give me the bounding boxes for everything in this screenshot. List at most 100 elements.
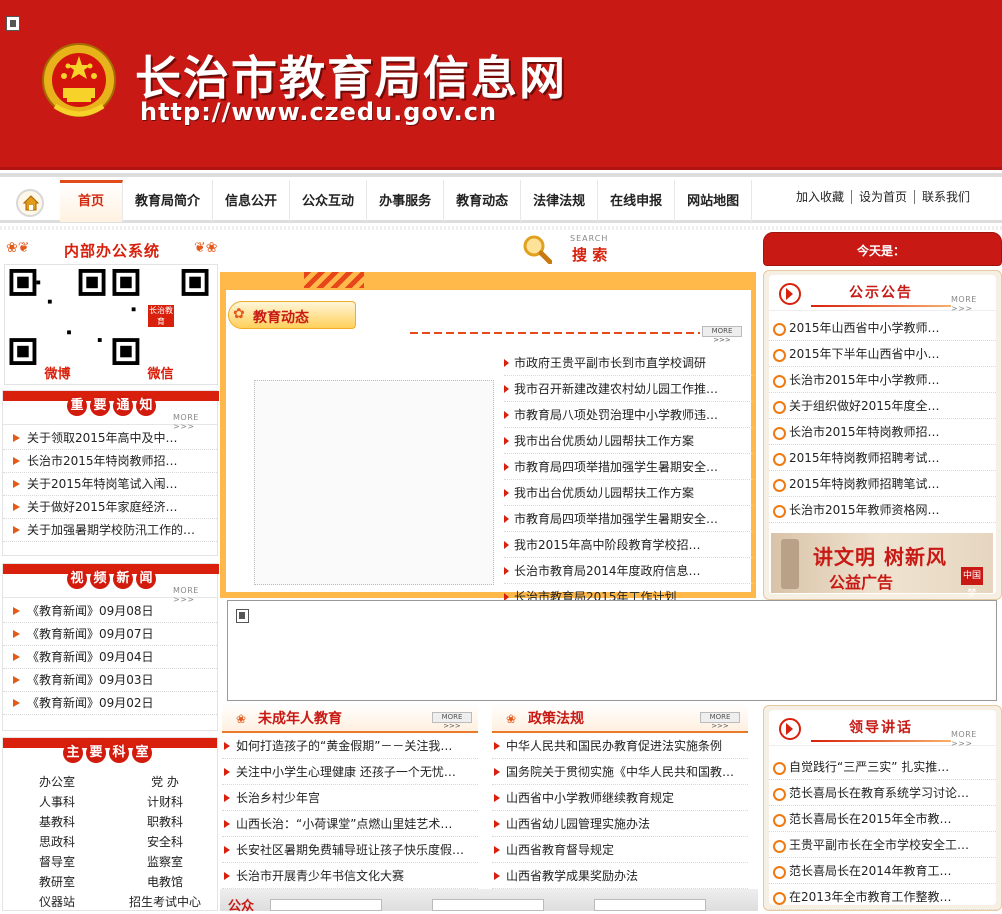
ad-headline: 讲文明 树新风 — [813, 545, 947, 569]
department-link[interactable]: 思政科 — [3, 832, 111, 852]
department-link[interactable]: 电教馆 — [111, 872, 219, 892]
leader-speech-item[interactable]: 范长喜局长在2014年教育工… — [769, 858, 996, 884]
contact-us-link[interactable]: 联系我们 — [915, 190, 977, 204]
minor-education-item[interactable]: 长安社区暑期免费辅导班让孩子快乐度假… — [222, 837, 478, 863]
minor-education-item[interactable]: 关注中小学生心理健康 还孩子一个无忧… — [222, 759, 478, 785]
department-link[interactable]: 党 办 — [111, 772, 219, 792]
policy-item[interactable]: 山西省教学成果奖励办法 — [492, 863, 748, 889]
announcement-item[interactable]: 2015年特岗教师招聘笔试… — [769, 471, 996, 497]
policy-more-link[interactable]: MORE >>> — [700, 712, 740, 730]
title-char: 重 — [67, 396, 87, 416]
education-news-panel: MORE >>> 市政府王贵平副市长到市直学校调研 我市召开新建改建农村幼儿园工作… — [220, 272, 756, 610]
minor-education-item[interactable]: 长治乡村少年宫 — [222, 785, 478, 811]
video-news-item[interactable]: 《教育新闻》09月04日 — [3, 646, 217, 669]
nav-item-7[interactable]: 在线申报 — [598, 180, 676, 222]
search-icon[interactable] — [522, 234, 552, 264]
weixin-label[interactable]: 微信 — [112, 363, 209, 382]
education-news-more[interactable]: MORE >>> — [702, 326, 742, 344]
pillar-icon — [781, 539, 799, 589]
education-news-item[interactable]: 我市召开新建改建农村幼儿园工作推… — [504, 376, 754, 402]
public-slot[interactable] — [432, 899, 544, 911]
public-slot[interactable] — [594, 899, 706, 911]
notice-item[interactable]: 关于做好2015年家庭经济… — [3, 496, 217, 519]
department-link[interactable]: 办公室 — [3, 772, 111, 792]
education-news-item[interactable]: 市政府王贵平副市长到市直学校调研 — [504, 350, 754, 376]
public-slot[interactable] — [270, 899, 382, 911]
leader-speech-item[interactable]: 王贵平副市长在全市学校安全工… — [769, 832, 996, 858]
title-char: 新 — [113, 569, 133, 589]
education-news-item[interactable]: 我市2015年高中阶段教育学校招… — [504, 532, 754, 558]
policy-item[interactable]: 山西省教育督导规定 — [492, 837, 748, 863]
department-link[interactable]: 基教科 — [3, 812, 111, 832]
department-link[interactable]: 计财科 — [111, 792, 219, 812]
announcement-item[interactable]: 2015年特岗教师招聘考试… — [769, 445, 996, 471]
video-news-item[interactable]: 《教育新闻》09月03日 — [3, 669, 217, 692]
department-link[interactable]: 教研室 — [3, 872, 111, 892]
title-char: 科 — [109, 743, 129, 763]
nav-item-0[interactable]: 首页 — [60, 180, 124, 222]
search-button[interactable]: 搜 索 — [572, 244, 607, 265]
nav-item-4[interactable]: 办事服务 — [367, 180, 445, 222]
policy-item[interactable]: 国务院关于贯彻实施《中华人民共和国教… — [492, 759, 748, 785]
office-system-link[interactable]: ❀❦ 内部办公系统 ❦❀ — [0, 232, 258, 266]
department-link[interactable]: 职教科 — [111, 812, 219, 832]
ad-subtitle: 公益广告 — [829, 573, 894, 592]
title-char: 通 — [113, 396, 133, 416]
policy-item[interactable]: 山西省中小学教师继续教育规定 — [492, 785, 748, 811]
title-char: 闻 — [136, 569, 156, 589]
notice-item[interactable]: 关于加强暑期学校防汛工作的… — [3, 519, 217, 542]
policy-item[interactable]: 山西省幼儿园管理实施办法 — [492, 811, 748, 837]
education-news-item[interactable]: 市教育局八项处罚治理中小学教师违… — [504, 402, 754, 428]
video-news-item[interactable]: 《教育新闻》09月07日 — [3, 623, 217, 646]
leader-speech-item[interactable]: 自觉践行“三严三实” 扎实推… — [769, 754, 996, 780]
policy-item[interactable]: 中华人民共和国民办教育促进法实施条例 — [492, 733, 748, 759]
announcement-item[interactable]: 长治市2015年中小学教师… — [769, 367, 996, 393]
education-news-item[interactable]: 我市出台优质幼儿园帮扶工作方案 — [504, 428, 754, 454]
search-en-label: SEARCH — [570, 234, 609, 243]
notice-item[interactable]: 长治市2015年特岗教师招… — [3, 450, 217, 473]
education-news-tab[interactable]: ✿ 教育动态 — [228, 301, 356, 329]
leader-speech-item[interactable]: 范长喜局长在2015年全市教… — [769, 806, 996, 832]
weibo-label[interactable]: 微博 — [9, 363, 106, 382]
public-service-ad[interactable]: 讲文明 树新风 公益广告 中国梦 — [771, 533, 993, 599]
add-favorite-link[interactable]: 加入收藏 — [796, 190, 853, 204]
education-news-item[interactable]: 我市出台优质幼儿园帮扶工作方案 — [504, 480, 754, 506]
set-homepage-link[interactable]: 设为首页 — [852, 190, 916, 204]
leader-more-link[interactable]: MORE >>> — [951, 730, 996, 748]
nav-item-8[interactable]: 网站地图 — [675, 180, 753, 222]
site-banner: 长治市教育局信息网 http://www.czedu.gov.cn — [0, 0, 1002, 170]
minor-education-item[interactable]: 长治市开展青少年书信文化大赛 — [222, 863, 478, 889]
announcement-item[interactable]: 2015年下半年山西省中小… — [769, 341, 996, 367]
nav-item-5[interactable]: 教育动态 — [444, 180, 522, 222]
leader-speech-item[interactable]: 范长喜局长在教育系统学习讨论… — [769, 780, 996, 806]
education-news-item[interactable]: 长治市教育局2014年度政府信息… — [504, 558, 754, 584]
notice-item[interactable]: 关于领取2015年高中及中… — [3, 427, 217, 450]
department-link[interactable]: 监察室 — [111, 852, 219, 872]
video-news-item[interactable]: 《教育新闻》09月02日 — [3, 692, 217, 715]
home-icon[interactable] — [16, 189, 44, 217]
minor-education-item[interactable]: 山西长治：“小荷课堂”点燃山里娃艺术… — [222, 811, 478, 837]
minor-education-item[interactable]: 如何打造孩子的“黄金假期”－－关注我… — [222, 733, 478, 759]
department-link[interactable]: 人事科 — [3, 792, 111, 812]
announcement-item[interactable]: 2015年山西省中小学教师… — [769, 315, 996, 341]
department-link[interactable]: 安全科 — [111, 832, 219, 852]
minor-more-link[interactable]: MORE >>> — [432, 712, 472, 730]
title-char: 主 — [63, 743, 83, 763]
video-news-item[interactable]: 《教育新闻》09月08日 — [3, 600, 217, 623]
nav-item-1[interactable]: 教育局简介 — [123, 180, 214, 222]
education-news-item[interactable]: 市教育局四项举措加强学生暑期安全… — [504, 454, 754, 480]
nav-item-3[interactable]: 公众互动 — [290, 180, 368, 222]
education-news-item[interactable]: 市教育局四项举措加强学生暑期安全… — [504, 506, 754, 532]
announcement-item[interactable]: 关于组织做好2015年度全… — [769, 393, 996, 419]
department-link[interactable]: 招生考试中心 — [111, 892, 219, 912]
department-link[interactable]: 仪器站 — [3, 892, 111, 912]
leader-speech-item[interactable]: 在2013年全市教育工作整教… — [769, 884, 996, 910]
announcement-more-link[interactable]: MORE >>> — [951, 295, 996, 313]
announcement-item[interactable]: 长治市2015年特岗教师招… — [769, 419, 996, 445]
nav-item-2[interactable]: 信息公开 — [213, 180, 291, 222]
announcement-item[interactable]: 长治市2015年教师资格网… — [769, 497, 996, 523]
notice-item[interactable]: 关于2015年特岗笔试入闱… — [3, 473, 217, 496]
nav-item-6[interactable]: 法律法规 — [521, 180, 599, 222]
flash-banner-slot — [227, 600, 997, 701]
department-link[interactable]: 督导室 — [3, 852, 111, 872]
